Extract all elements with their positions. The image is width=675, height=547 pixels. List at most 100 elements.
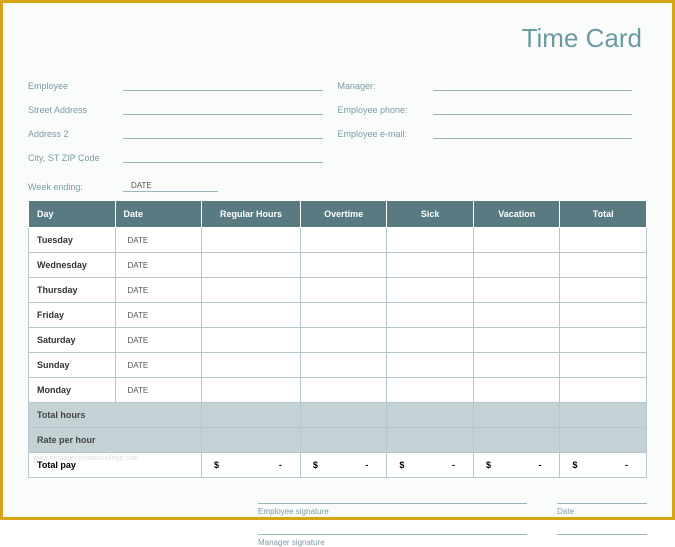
time-card-page: Time Card Employee Manager: Street Addre… xyxy=(3,3,672,517)
cell-day: Saturday xyxy=(29,328,116,353)
table-row: WednesdayDATE xyxy=(29,253,647,278)
cell-regular[interactable] xyxy=(202,328,301,353)
cell-date[interactable]: DATE xyxy=(115,378,202,403)
cell-vacation[interactable] xyxy=(473,253,560,278)
table-row: MondayDATE xyxy=(29,378,647,403)
cell-vacation[interactable] xyxy=(473,278,560,303)
cell-vacation[interactable] xyxy=(473,303,560,328)
cell-day: Tuesday xyxy=(29,228,116,253)
cell-sick[interactable] xyxy=(387,253,474,278)
cell-regular[interactable] xyxy=(202,303,301,328)
cell-regular[interactable] xyxy=(202,378,301,403)
cell-vacation[interactable] xyxy=(473,353,560,378)
signature-section-1: Employee signature Date xyxy=(28,503,647,516)
header-row: Day Date Regular Hours Overtime Sick Vac… xyxy=(29,201,647,228)
cell-overtime[interactable] xyxy=(300,328,387,353)
cell-regular[interactable] xyxy=(202,253,301,278)
cell-vacation[interactable] xyxy=(473,328,560,353)
cell-overtime[interactable] xyxy=(300,253,387,278)
table-row: SaturdayDATE xyxy=(29,328,647,353)
table-row: FridayDATE xyxy=(29,303,647,328)
cell-date[interactable]: DATE xyxy=(115,278,202,303)
cell-date[interactable]: DATE xyxy=(115,353,202,378)
cell-date[interactable]: DATE xyxy=(115,228,202,253)
cell-pay: $- xyxy=(387,453,474,478)
cell-date[interactable]: DATE xyxy=(115,303,202,328)
cell-overtime[interactable] xyxy=(300,353,387,378)
watermark: www.heritagechristiancollege.com xyxy=(33,455,138,462)
label-address2: Address 2 xyxy=(28,129,123,139)
cell-day: Monday xyxy=(29,378,116,403)
cell-day: Thursday xyxy=(29,278,116,303)
cell-total xyxy=(560,353,647,378)
cell-overtime[interactable] xyxy=(300,278,387,303)
cell-vacation[interactable] xyxy=(473,378,560,403)
manager-signature-line[interactable]: Manager signature xyxy=(258,534,527,547)
info-row-1: Employee Manager: xyxy=(28,79,647,91)
table-row: TuesdayDATE xyxy=(29,228,647,253)
th-vacation: Vacation xyxy=(473,201,560,228)
time-table: Day Date Regular Hours Overtime Sick Vac… xyxy=(28,200,647,478)
line-phone[interactable] xyxy=(433,103,633,115)
th-sick: Sick xyxy=(387,201,474,228)
cell-total xyxy=(560,328,647,353)
cell-regular[interactable] xyxy=(202,278,301,303)
cell-total xyxy=(560,303,647,328)
line-employee[interactable] xyxy=(123,79,323,91)
label-week-ending: Week ending: xyxy=(28,182,123,192)
th-total: Total xyxy=(560,201,647,228)
cell-sick[interactable] xyxy=(387,353,474,378)
cell-date[interactable]: DATE xyxy=(115,328,202,353)
cell-overtime[interactable] xyxy=(300,228,387,253)
cell-pay: $- xyxy=(473,453,560,478)
line-email[interactable] xyxy=(433,127,633,139)
cell-pay: $- xyxy=(300,453,387,478)
line-citystzip[interactable] xyxy=(123,151,323,163)
cell-regular[interactable] xyxy=(202,353,301,378)
info-row-4: City, ST ZIP Code xyxy=(28,151,647,163)
cell-total xyxy=(560,378,647,403)
line-address2[interactable] xyxy=(123,127,323,139)
info-row-3: Address 2 Employee e-mail: xyxy=(28,127,647,139)
cell-day: Friday xyxy=(29,303,116,328)
cell-date[interactable]: DATE xyxy=(115,253,202,278)
label-street: Street Address xyxy=(28,105,123,115)
signature-section-2: Manager signature xyxy=(28,534,647,547)
label-email: Employee e-mail: xyxy=(338,129,433,139)
page-title: Time Card xyxy=(28,23,642,54)
cell-total xyxy=(560,278,647,303)
week-ending-value[interactable]: DATE xyxy=(123,181,218,192)
label-citystzip: City, ST ZIP Code xyxy=(28,153,123,163)
employee-signature-line[interactable]: Employee signature xyxy=(258,503,527,516)
cell-pay: $- xyxy=(202,453,301,478)
table-body: TuesdayDATEWednesdayDATEThursdayDATEFrid… xyxy=(29,228,647,478)
cell-vacation[interactable] xyxy=(473,228,560,253)
line-manager[interactable] xyxy=(433,79,633,91)
cell-total xyxy=(560,228,647,253)
cell-sick[interactable] xyxy=(387,378,474,403)
week-ending: Week ending: DATE xyxy=(28,181,647,192)
table-row: SundayDATE xyxy=(29,353,647,378)
signature-date-line-1[interactable]: Date xyxy=(557,503,647,516)
cell-sick[interactable] xyxy=(387,328,474,353)
th-day: Day xyxy=(29,201,116,228)
cell-day: Wednesday xyxy=(29,253,116,278)
th-regular: Regular Hours xyxy=(202,201,301,228)
cell-sick[interactable] xyxy=(387,228,474,253)
cell-total xyxy=(560,253,647,278)
cell-sick[interactable] xyxy=(387,278,474,303)
info-row-2: Street Address Employee phone: xyxy=(28,103,647,115)
th-date: Date xyxy=(115,201,202,228)
label-phone: Employee phone: xyxy=(338,105,433,115)
cell-overtime[interactable] xyxy=(300,378,387,403)
label-rate: Rate per hour xyxy=(29,428,202,453)
rate-per-hour-row: Rate per hour xyxy=(29,428,647,453)
cell-sick[interactable] xyxy=(387,303,474,328)
line-street[interactable] xyxy=(123,103,323,115)
signature-date-line-2[interactable] xyxy=(557,534,647,547)
cell-overtime[interactable] xyxy=(300,303,387,328)
label-employee: Employee xyxy=(28,81,123,91)
table-row: ThursdayDATE xyxy=(29,278,647,303)
cell-regular[interactable] xyxy=(202,228,301,253)
cell-day: Sunday xyxy=(29,353,116,378)
